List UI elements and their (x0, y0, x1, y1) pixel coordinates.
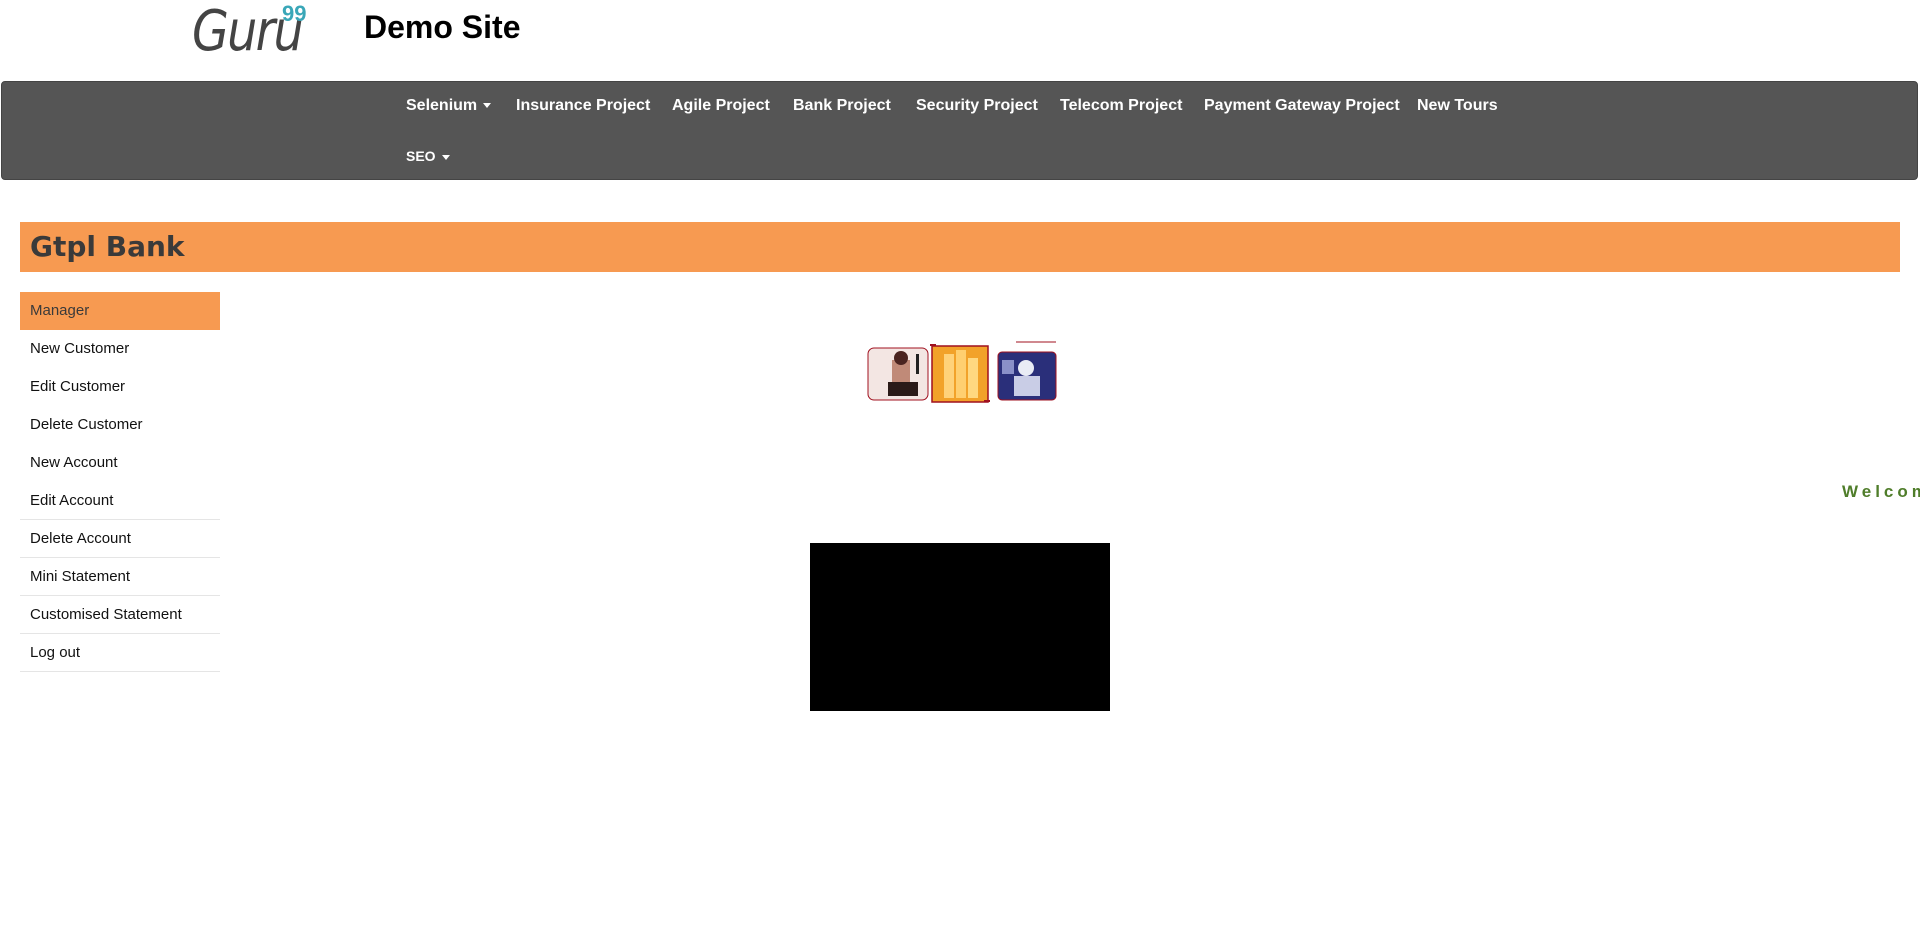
welcome-marquee-text: Welcom (1842, 482, 1920, 501)
bank-banner (20, 222, 1900, 272)
nav-selenium-dropdown[interactable]: Selenium (406, 96, 492, 116)
site-title: Demo Site (364, 9, 521, 45)
caret-down-icon (483, 103, 492, 109)
nav-seo-dropdown[interactable]: SEO (406, 146, 450, 166)
menu-item-delete-customer[interactable]: Delete Customer (20, 406, 220, 444)
menu-item-mini-statement[interactable]: Mini Statement (20, 558, 220, 596)
menu-item-edit-customer[interactable]: Edit Customer (20, 368, 220, 406)
nav-seo-label: SEO (406, 148, 436, 164)
menu-item-manager[interactable]: Manager (20, 292, 220, 330)
caret-down-icon (441, 154, 450, 160)
nav-telecom-project[interactable]: Telecom Project (1060, 96, 1182, 116)
embedded-video-player[interactable] (810, 543, 1110, 711)
menu-item-log-out[interactable]: Log out (20, 634, 220, 672)
nav-selenium-label: Selenium (406, 97, 478, 114)
menu-item-delete-account[interactable]: Delete Account (20, 520, 220, 558)
bank-images-graphic (867, 341, 1057, 403)
bank-title: Gtpl Bank (30, 230, 185, 263)
nav-bank-project[interactable]: Bank Project (793, 96, 891, 116)
bank-banner-images (866, 340, 1058, 404)
nav-payment-gateway-project[interactable]: Payment Gateway Project (1204, 96, 1400, 116)
menu-item-edit-account[interactable]: Edit Account (20, 482, 220, 520)
nav-insurance-project[interactable]: Insurance Project (516, 96, 650, 116)
logo-superscript: 99 (282, 1, 307, 26)
menu-item-new-customer[interactable]: New Customer (20, 330, 220, 368)
nav-agile-project[interactable]: Agile Project (672, 96, 770, 116)
manager-menu: Manager New Customer Edit Customer Delet… (20, 292, 220, 672)
nav-new-tours[interactable]: New Tours (1417, 96, 1498, 116)
menu-item-new-account[interactable]: New Account (20, 444, 220, 482)
nav-security-project[interactable]: Security Project (916, 96, 1038, 116)
menu-item-customised-statement[interactable]: Customised Statement (20, 596, 220, 634)
